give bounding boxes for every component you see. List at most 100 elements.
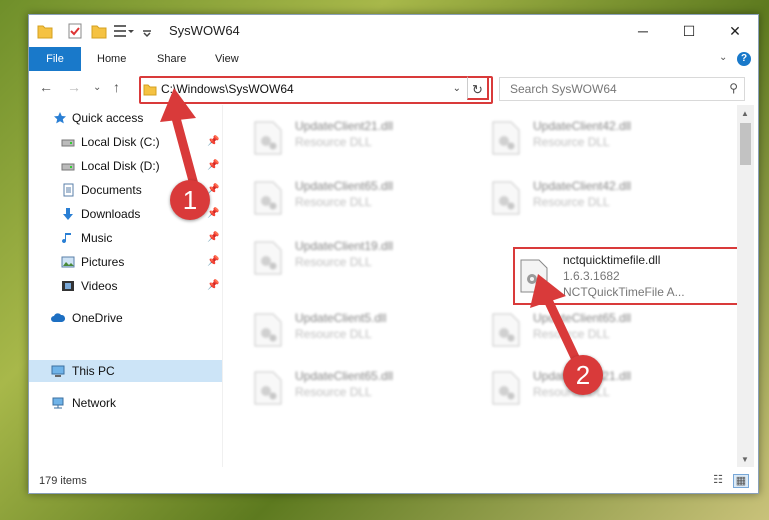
sidebar-item-music[interactable]: Music 📌 [29,227,222,249]
download-icon [63,208,73,220]
pin-icon: 📌 [207,232,220,243]
file-description: Resource DLL [295,385,372,399]
file-description: Resource DLL [533,135,610,149]
dll-file-icon [254,371,282,405]
search-input[interactable]: Search SysWOW64 [510,82,617,96]
status-bar: 179 items ☷ ▦ [29,469,758,493]
navigation-bar: ← → ⌄ ↑ C:\Windows\SysWOW64 ⌄ ↻ Search S… [29,71,758,105]
large-icons-view-icon[interactable]: ▦ [733,474,749,488]
search-box[interactable]: Search SysWOW64 ⚲ [499,77,745,101]
title-bar: SysWOW64 ─ ☐ ✕ [29,15,758,47]
file-item[interactable]: UpdateClient5.dll Resource DLL [243,305,473,355]
customize-toolbar-icon[interactable] [113,22,135,40]
cloud-icon [51,313,65,322]
forward-icon[interactable]: → [67,79,81,95]
file-name: nctquicktimefile.dll [563,253,661,267]
videos-icon [62,281,74,291]
music-icon [62,233,71,244]
tab-view[interactable]: View [215,47,239,71]
sidebar-item-label: Documents [81,183,142,197]
sidebar-item-label: Network [72,396,117,410]
drive-icon [61,139,75,147]
file-item[interactable]: UpdateClient65.dll Resource DLL [243,363,473,413]
scroll-up-icon[interactable]: ▲ [741,109,749,118]
minimize-button[interactable]: ─ [620,15,666,47]
new-folder-icon[interactable] [91,22,107,40]
dll-file-icon [254,121,282,155]
file-item[interactable]: UpdateClient21.dll Resource DLL [243,113,473,163]
file-name: UpdateClient65.dll [295,179,394,193]
recent-locations-icon[interactable]: ⌄ [93,82,101,93]
file-description: Resource DLL [295,135,372,149]
pin-icon: 📌 [207,280,220,291]
dll-file-icon [254,313,282,347]
expand-ribbon-icon[interactable]: ⌄ [719,52,727,63]
pictures-icon [61,256,75,268]
dll-file-icon [492,371,520,405]
pin-icon: 📌 [207,256,220,267]
search-icon[interactable]: ⚲ [729,81,738,95]
sidebar-item-network[interactable]: Network [29,392,222,414]
help-button[interactable]: ? [737,52,751,66]
up-icon[interactable]: ↑ [113,79,120,95]
sidebar-item-videos[interactable]: Videos 📌 [29,275,222,297]
refresh-button[interactable]: ↻ [467,76,489,100]
close-button[interactable]: ✕ [712,15,758,47]
file-list: UpdateClient21.dll Resource DLL UpdateCl… [223,105,737,467]
pc-icon [51,365,65,377]
file-description: Resource DLL [533,195,610,209]
sidebar-item-local-disk-d[interactable]: Local Disk (D:) 📌 [29,155,222,177]
file-name: UpdateClient19.dll [295,239,394,253]
quick-access-dropdown-icon[interactable] [141,22,153,40]
pin-icon: 📌 [207,160,220,171]
file-item[interactable]: UpdateClient19.dll Resource DLL [243,233,473,283]
sidebar-item-pictures[interactable]: Pictures 📌 [29,251,222,273]
file-item[interactable]: UpdateClient42.dll Resource DLL [481,173,711,223]
file-name: UpdateClient65.dll [533,311,632,325]
dll-file-icon [254,181,282,215]
sidebar-item-label: Quick access [72,111,144,125]
drive-icon [61,163,75,171]
maximize-button[interactable]: ☐ [666,15,712,47]
tab-home[interactable]: Home [97,47,126,71]
network-icon [52,397,64,409]
sidebar-item-local-disk-c[interactable]: Local Disk (C:) 📌 [29,131,222,153]
sidebar-item-label: This PC [72,364,115,378]
pin-icon: 📌 [207,136,220,147]
sidebar-item-this-pc[interactable]: This PC [29,360,222,382]
file-item[interactable]: UpdateClient65.dll Resource DLL [243,173,473,223]
back-icon[interactable]: ← [39,79,53,95]
folder-icon [143,84,157,96]
callout-step-1: 1 [170,180,210,220]
file-version: 1.6.3.1682 [563,269,620,283]
sidebar-item-quick-access[interactable]: Quick access [29,107,222,129]
item-count: 179 items [39,475,87,487]
sidebar-item-onedrive[interactable]: OneDrive [29,307,222,329]
file-name: UpdateClient42.dll [533,179,632,193]
window-title: SysWOW64 [169,23,240,38]
address-dropdown-icon[interactable]: ⌄ [453,83,461,94]
sidebar-item-label: Music [81,231,113,245]
star-icon [54,112,66,124]
explorer-window: SysWOW64 ─ ☐ ✕ File Home Share View ⌄ ? … [28,14,759,494]
file-item[interactable]: UpdateClient65.dll Resource DLL [481,305,711,355]
file-item-nctquicktimefile[interactable]: nctquicktimefile.dll 1.6.3.1682 NCTQuick… [513,247,737,305]
navigation-pane: Quick access Local Disk (C:) 📌 Local Dis… [29,107,222,467]
tab-share[interactable]: Share [157,47,186,71]
dll-file-icon [254,241,282,275]
sidebar-item-label: Local Disk (C:) [81,135,160,149]
address-bar[interactable]: C:\Windows\SysWOW64 ⌄ [139,76,493,104]
file-name: UpdateClient21.dll [295,119,394,133]
vertical-scrollbar[interactable]: ▲ ▼ [737,105,754,467]
scroll-down-icon[interactable]: ▼ [741,455,749,464]
tab-file[interactable]: File [29,47,81,71]
file-description: Resource DLL [295,327,372,341]
dll-file-icon [492,181,520,215]
details-view-icon[interactable]: ☷ [711,474,725,486]
file-description: Resource DLL [295,255,372,269]
scroll-thumb[interactable] [740,123,751,165]
properties-icon[interactable] [67,22,83,40]
folder-icon[interactable] [37,22,53,40]
file-item[interactable]: UpdateClient42.dll Resource DLL [481,113,711,163]
address-path: C:\Windows\SysWOW64 [161,82,294,96]
